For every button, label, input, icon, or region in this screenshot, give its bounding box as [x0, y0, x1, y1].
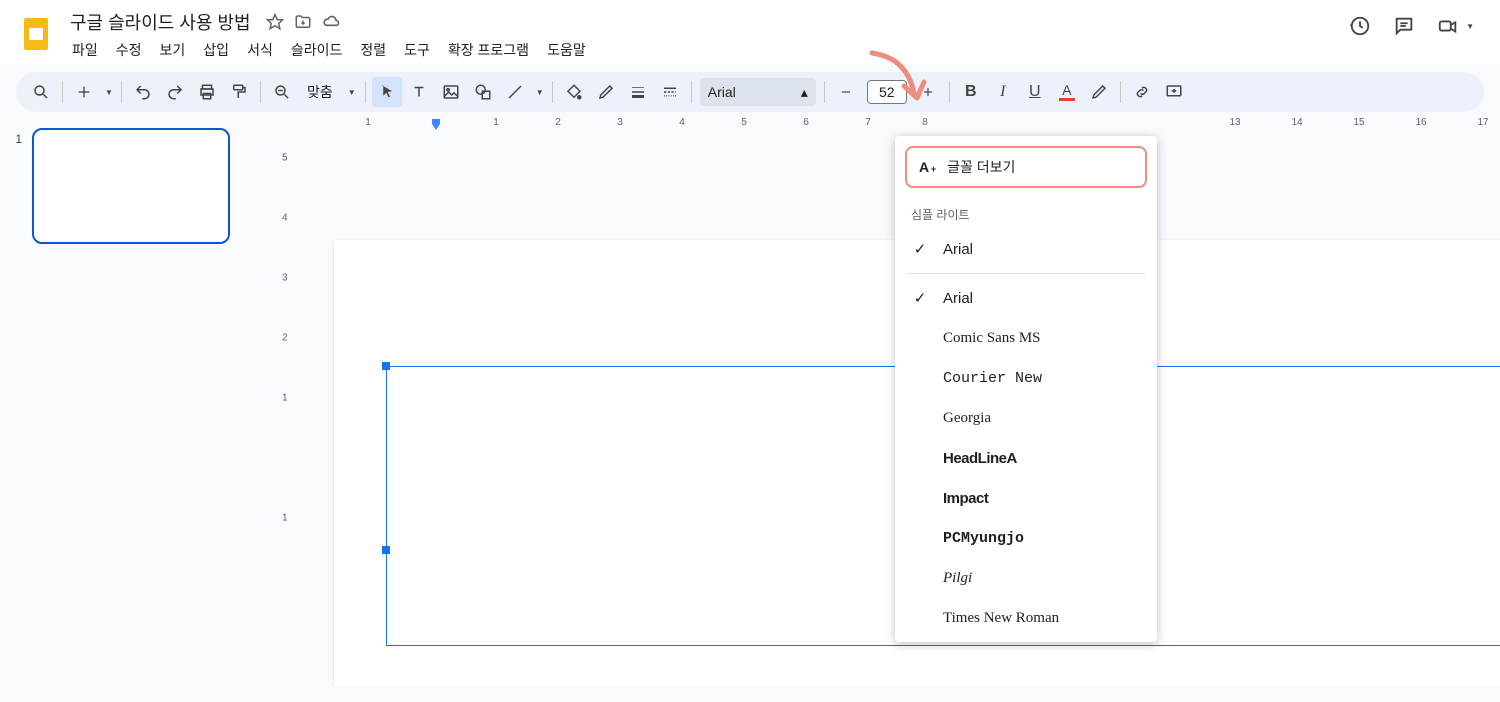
search-menus-icon[interactable]: [26, 77, 56, 107]
chevron-up-icon: ▴: [801, 84, 808, 101]
menu-extensions[interactable]: 확장 프로그램: [440, 36, 537, 64]
bold-icon[interactable]: B: [956, 77, 986, 107]
image-icon[interactable]: [436, 77, 466, 107]
font-option-label: Pilgi: [943, 570, 972, 587]
border-weight-icon[interactable]: [623, 77, 653, 107]
star-icon[interactable]: [265, 12, 285, 32]
menu-tools[interactable]: 도구: [396, 36, 438, 64]
text-color-icon[interactable]: A: [1052, 77, 1082, 107]
font-select[interactable]: Arial ▴: [700, 78, 816, 106]
line-icon[interactable]: [500, 77, 530, 107]
menu-format[interactable]: 서식: [239, 36, 281, 64]
add-comment-icon[interactable]: [1159, 77, 1189, 107]
slides-logo[interactable]: [16, 14, 56, 54]
main: 1 1 1 2 3 4 5 6 7 8 13 14 15 16 17 5: [0, 112, 1500, 686]
more-fonts-label: 글꼴 더보기: [947, 157, 1015, 177]
font-option-label: Times New Roman: [943, 610, 1059, 627]
print-icon[interactable]: [192, 77, 222, 107]
resize-handle-top-left[interactable]: [382, 362, 390, 370]
check-icon: ✓: [911, 289, 929, 307]
history-icon[interactable]: [1348, 14, 1372, 38]
doc-title[interactable]: 구글 슬라이드 사용 방법: [64, 7, 257, 37]
video-call-icon[interactable]: [1436, 14, 1460, 38]
font-name-label: Arial: [708, 84, 736, 100]
header: 구글 슬라이드 사용 방법 파일 수정 보기 삽입 서식 슬라이드 정렬 도구 …: [0, 0, 1500, 64]
redo-icon[interactable]: [160, 77, 190, 107]
new-slide-icon[interactable]: [69, 77, 99, 107]
slide-number-label: 1: [10, 128, 22, 244]
more-fonts-button[interactable]: A 글꼴 더보기: [905, 146, 1147, 188]
insert-link-icon[interactable]: [1127, 77, 1157, 107]
horizontal-ruler: 1 1 2 3 4 5 6 7 8 13 14 15 16 17: [300, 112, 1500, 136]
cloud-status-icon[interactable]: [321, 12, 341, 32]
zoom-caret-icon[interactable]: ▼: [343, 77, 359, 107]
font-option-arial[interactable]: ✓ Arial: [895, 278, 1157, 318]
underline-icon[interactable]: U: [1020, 77, 1050, 107]
font-option-label: Courier New: [943, 370, 1042, 387]
menu-slide[interactable]: 슬라이드: [283, 36, 351, 64]
line-caret-icon[interactable]: ▼: [532, 77, 546, 107]
font-dropdown: A 글꼴 더보기 심플 라이트 ✓ Arial ✓ Arial Comic Sans…: [895, 136, 1157, 642]
font-recent-arial[interactable]: ✓ Arial: [895, 229, 1157, 269]
italic-icon[interactable]: I: [988, 77, 1018, 107]
more-fonts-icon: A: [919, 159, 929, 175]
font-section-label: 심플 라이트: [895, 198, 1157, 229]
caret-down-icon[interactable]: ▼: [1466, 22, 1474, 31]
highlight-color-icon[interactable]: [1084, 77, 1114, 107]
undo-icon[interactable]: [128, 77, 158, 107]
paint-format-icon[interactable]: [224, 77, 254, 107]
zoom-out-icon[interactable]: [267, 77, 297, 107]
menu-bar: 파일 수정 보기 삽입 서식 슬라이드 정렬 도구 확장 프로그램 도움말: [64, 36, 1348, 64]
border-dash-icon[interactable]: [655, 77, 685, 107]
move-folder-icon[interactable]: [293, 12, 313, 32]
font-option-label: Arial: [943, 290, 973, 307]
font-option-times-new-roman[interactable]: Times New Roman: [895, 598, 1157, 638]
select-tool-icon[interactable]: [372, 77, 402, 107]
font-option-label: HeadLineA: [943, 450, 1017, 467]
menu-help[interactable]: 도움말: [539, 36, 594, 64]
text-box-icon[interactable]: [404, 77, 434, 107]
font-option-label: Georgia: [943, 410, 991, 427]
font-size-decrease-icon[interactable]: [831, 77, 861, 107]
title-area: 구글 슬라이드 사용 방법 파일 수정 보기 삽입 서식 슬라이드 정렬 도구 …: [64, 8, 1348, 64]
margin-marker-icon[interactable]: [429, 119, 443, 133]
font-option-impact[interactable]: Impact: [895, 478, 1157, 518]
font-option-georgia[interactable]: Georgia: [895, 398, 1157, 438]
header-right: ▼: [1348, 14, 1484, 38]
font-option-label: Comic Sans MS: [943, 330, 1041, 347]
font-option-label: PCMyungjo: [943, 530, 1024, 547]
resize-handle-middle-left[interactable]: [382, 546, 390, 554]
fill-color-icon[interactable]: [559, 77, 589, 107]
menu-arrange[interactable]: 정렬: [352, 36, 394, 64]
check-icon: ✓: [911, 240, 929, 258]
canvas-area[interactable]: 1 1 2 3 4 5 6 7 8 13 14 15 16 17 5 4 3 2…: [270, 112, 1500, 686]
comment-icon[interactable]: [1392, 14, 1416, 38]
border-color-icon[interactable]: [591, 77, 621, 107]
menu-edit[interactable]: 수정: [108, 36, 150, 64]
toolbar: ▼ 맞춤 ▼ ▼ Arial ▴ 52 B I U A: [16, 72, 1484, 112]
divider: [907, 273, 1145, 274]
font-option-comic-sans-ms[interactable]: Comic Sans MS: [895, 318, 1157, 358]
font-option-headlinea[interactable]: HeadLineA: [895, 438, 1157, 478]
font-option-label: Impact: [943, 490, 988, 507]
slide-panel: 1: [0, 112, 270, 686]
vertical-ruler: 5 4 3 2 1 1: [282, 136, 300, 686]
zoom-select[interactable]: 맞춤: [299, 77, 341, 107]
font-option-courier-new[interactable]: Courier New: [895, 358, 1157, 398]
font-option-pilgi[interactable]: Pilgi: [895, 558, 1157, 598]
menu-insert[interactable]: 삽입: [195, 36, 237, 64]
menu-file[interactable]: 파일: [64, 36, 106, 64]
slide-thumbnail-preview: [32, 128, 230, 244]
shape-icon[interactable]: [468, 77, 498, 107]
font-option-pcmyungjo[interactable]: PCMyungjo: [895, 518, 1157, 558]
menu-view[interactable]: 보기: [152, 36, 194, 64]
slide-thumbnail-1[interactable]: 1: [10, 128, 260, 244]
new-slide-caret-icon[interactable]: ▼: [101, 77, 115, 107]
annotation-arrow-icon: [862, 48, 932, 108]
